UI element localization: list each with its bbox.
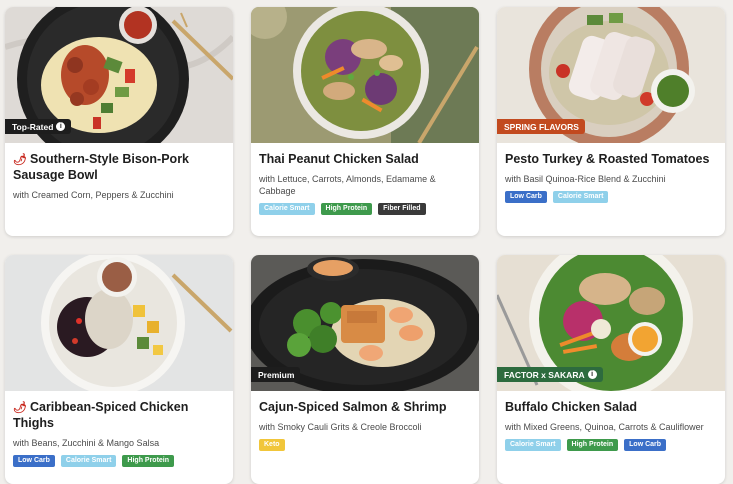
meal-card[interactable]: FACTOR x SAKARA i Buffalo Chicken Salad …: [497, 255, 725, 484]
spicy-pepper-icon: 🌶: [13, 402, 27, 414]
diet-tag: Calorie Smart: [552, 191, 609, 203]
diet-tag: Fiber Filled: [378, 203, 426, 215]
meal-card[interactable]: Top-Rated i 🌶 Southern-Style Bison-Pork S…: [5, 7, 233, 236]
meal-title[interactable]: Thai Peanut Chicken Salad: [259, 152, 471, 167]
diet-tag: High Protein: [122, 455, 175, 467]
meal-title[interactable]: 🌶 Southern-Style Bison-Pork Sausage Bowl: [13, 152, 225, 183]
badge-label: Top-Rated: [12, 121, 54, 132]
diet-tag: High Protein: [566, 439, 619, 451]
meal-subtitle: with Beans, Zucchini & Mango Salsa: [13, 438, 160, 448]
meal-photo: Top-Rated i: [5, 7, 233, 143]
meal-card[interactable]: Premium Cajun-Spiced Salmon & Shrimp wit…: [251, 255, 479, 484]
meal-photo: Premium: [251, 255, 479, 391]
meal-card[interactable]: Thai Peanut Chicken Salad with Lettuce, …: [251, 7, 479, 236]
meal-title[interactable]: Pesto Turkey & Roasted Tomatoes: [505, 152, 717, 167]
meal-title[interactable]: 🌶 Caribbean-Spiced Chicken Thighs: [13, 400, 225, 431]
meal-grid: Top-Rated i 🌶 Southern-Style Bison-Pork S…: [5, 7, 725, 484]
meal-title-text: Caribbean-Spiced Chicken Thighs: [13, 400, 189, 430]
meal-photo: [251, 7, 479, 143]
meal-photo: [5, 255, 233, 391]
diet-tag: Calorie Smart: [505, 439, 561, 451]
meal-badge: Premium: [251, 367, 301, 382]
meal-title-text: Pesto Turkey & Roasted Tomatoes: [505, 152, 710, 166]
diet-tag: Calorie Smart: [259, 203, 315, 215]
spicy-pepper-icon: 🌶: [13, 154, 27, 166]
info-icon[interactable]: i: [56, 122, 66, 131]
meal-badge: SPRING FLAVORS: [497, 119, 585, 134]
badge-label: Premium: [258, 369, 295, 380]
meal-subtitle: with Mixed Greens, Quinoa, Carrots & Cau…: [505, 422, 704, 432]
diet-tag: Low Carb: [624, 439, 667, 451]
diet-tag: Low Carb: [505, 191, 547, 203]
info-icon[interactable]: i: [587, 370, 597, 379]
meal-tags: Calorie Smart High Protein Low Carb: [505, 439, 717, 451]
meal-title-text: Southern-Style Bison-Pork Sausage Bowl: [13, 152, 190, 182]
meal-badge: Top-Rated i: [5, 119, 72, 134]
badge-label: FACTOR x SAKARA: [504, 369, 585, 380]
meal-tags: Keto: [259, 439, 471, 451]
meal-title[interactable]: Buffalo Chicken Salad: [505, 400, 717, 415]
meal-title-text: Thai Peanut Chicken Salad: [259, 152, 419, 166]
meal-badge: FACTOR x SAKARA i: [497, 367, 603, 382]
meal-tags: Low Carb Calorie Smart High Protein: [13, 455, 225, 467]
meal-tags: Calorie Smart High Protein Fiber Filled: [259, 203, 471, 215]
meal-photo: SPRING FLAVORS: [497, 7, 725, 143]
meal-subtitle: with Creamed Corn, Peppers & Zucchini: [13, 190, 174, 200]
meal-photo: FACTOR x SAKARA i: [497, 255, 725, 391]
meal-title-text: Cajun-Spiced Salmon & Shrimp: [259, 400, 447, 414]
diet-tag: Calorie Smart: [60, 455, 117, 467]
diet-tag: Keto: [259, 439, 285, 451]
meal-subtitle: with Smoky Cauli Grits & Creole Broccoli: [259, 422, 422, 432]
badge-label: SPRING FLAVORS: [504, 121, 579, 132]
meal-tags: Low Carb Calorie Smart: [505, 191, 717, 203]
meal-card[interactable]: 🌶 Caribbean-Spiced Chicken Thighs with Be…: [5, 255, 233, 484]
meal-title[interactable]: Cajun-Spiced Salmon & Shrimp: [259, 400, 471, 415]
diet-tag: High Protein: [320, 203, 373, 215]
meal-card[interactable]: SPRING FLAVORS Pesto Turkey & Roasted To…: [497, 7, 725, 236]
meal-title-text: Buffalo Chicken Salad: [505, 400, 637, 414]
meal-subtitle: with Lettuce, Carrots, Almonds, Edamame …: [259, 174, 436, 196]
meal-subtitle: with Basil Quinoa-Rice Blend & Zucchini: [505, 174, 666, 184]
diet-tag: Low Carb: [13, 455, 55, 467]
